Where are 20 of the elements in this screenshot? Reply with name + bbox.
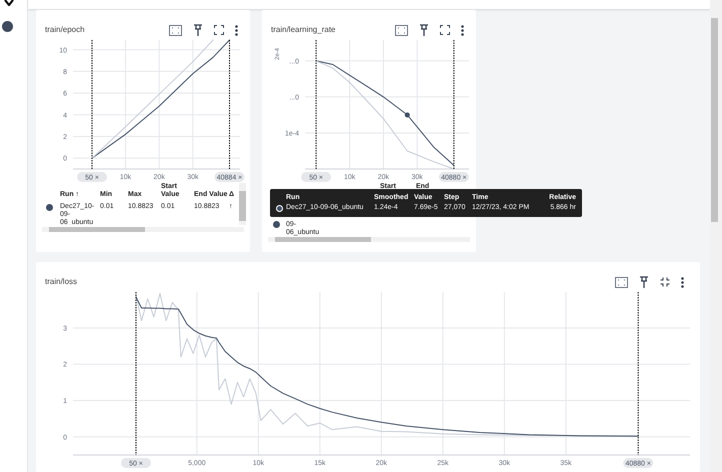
fit-domain-icon[interactable] [395,24,408,36]
card-title: train/loss [45,276,78,288]
more-icon[interactable] [235,24,238,36]
card-title: train/learning_rate [271,24,336,36]
exit-fullscreen-icon[interactable] [660,277,670,287]
more-icon[interactable] [461,24,464,36]
fit-domain-icon[interactable] [169,24,182,36]
hover-point [404,112,410,118]
fit-domain-icon[interactable] [615,276,628,288]
more-icon[interactable] [681,276,684,288]
vertical-scrollbar[interactable] [239,183,246,225]
horizontal-scrollbar[interactable] [268,237,470,242]
card-title: train/epoch [45,24,85,36]
pin-icon[interactable] [639,276,649,288]
fullscreen-icon[interactable] [440,25,450,35]
pin-icon[interactable] [419,24,429,36]
fullscreen-icon[interactable] [214,25,224,35]
horizontal-scrollbar[interactable] [42,227,244,232]
page-scrollbar[interactable] [710,0,722,472]
pin-icon[interactable] [193,24,203,36]
